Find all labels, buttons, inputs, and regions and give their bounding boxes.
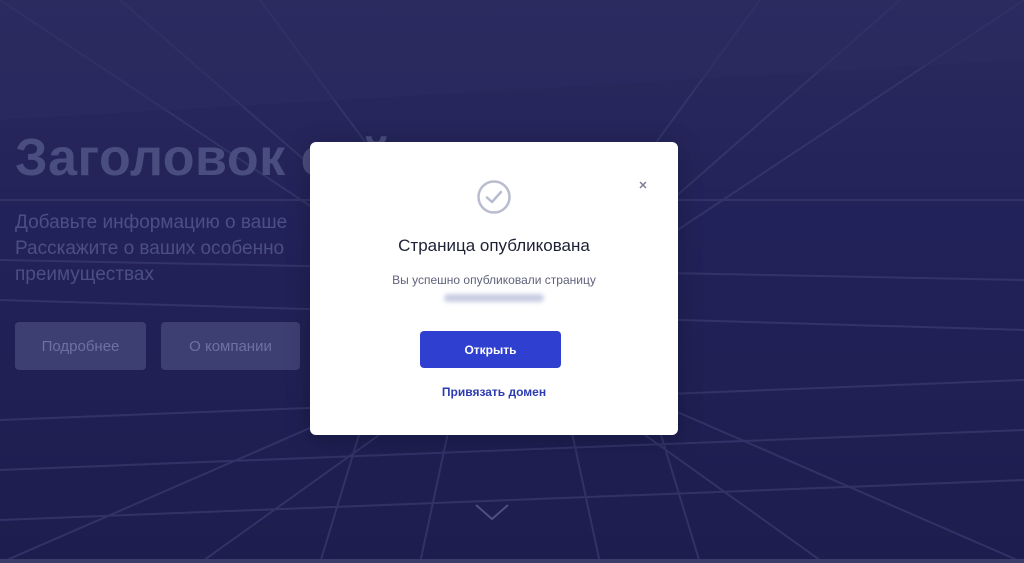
hero-subtitle-line: Добавьте информацию о ваше	[15, 212, 288, 233]
more-button[interactable]: Подробнее	[15, 322, 146, 370]
published-url-blurred	[444, 294, 544, 302]
check-circle-icon	[477, 180, 511, 214]
publish-success-modal: Страница опубликована Вы успешно опублик…	[310, 142, 678, 435]
modal-message: Вы успешно опубликовали страницу	[392, 273, 596, 287]
bottom-divider	[0, 559, 1024, 563]
about-company-button[interactable]: О компании	[161, 322, 300, 370]
chevron-down-icon[interactable]	[474, 502, 510, 522]
close-icon[interactable]	[638, 180, 648, 190]
link-domain-link[interactable]: Привязать домен	[310, 385, 678, 399]
hero-subtitle: Добавьте информацию о ваше Расскажите о …	[15, 210, 315, 288]
hero-subtitle-line: преимуществах	[15, 264, 154, 285]
modal-title: Страница опубликована	[398, 236, 590, 255]
hero-subtitle-line: Расскажите о ваших особенно	[15, 238, 285, 259]
open-button[interactable]: Открыть	[420, 331, 561, 368]
